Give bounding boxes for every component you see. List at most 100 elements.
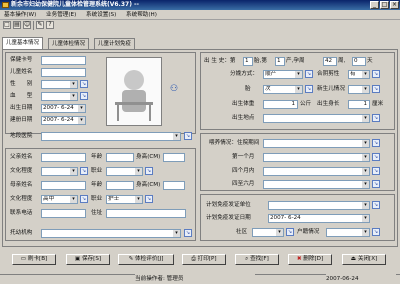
father-name-label: 父亲姓名 [10, 154, 33, 160]
fetus-number-input[interactable]: 1 [243, 57, 253, 66]
community-select[interactable] [252, 228, 284, 237]
weeks-input[interactable]: 42 [323, 57, 337, 66]
parity-number-input[interactable]: 1 [275, 57, 285, 66]
fetal-select[interactable]: 次 [263, 85, 303, 94]
deformity-picker-icon[interactable]: ↘ [372, 70, 380, 78]
title-bar: 新余市妇幼保健院儿童体检管理系统(V6.37) -- [0, 0, 400, 10]
feeding-hospital-picker-icon[interactable]: ↘ [372, 139, 380, 147]
birth-place-select[interactable] [263, 114, 370, 123]
mother-job-label: 职业 [91, 196, 103, 202]
tab-child-exam[interactable]: 儿童体检情况 [48, 38, 90, 49]
deformity-select[interactable]: 有 [348, 70, 370, 79]
delete-button[interactable]: ✖ 删除[D] [288, 254, 332, 265]
days-label: 天 [367, 58, 373, 64]
photo-capture-icon[interactable]: ⚇ [170, 84, 180, 94]
close-button[interactable]: ⏏ 关闭[X] [342, 254, 386, 265]
area-picker-icon[interactable]: ↘ [184, 132, 192, 140]
fetal-picker-icon[interactable]: ↘ [305, 85, 313, 93]
father-age-input[interactable] [106, 153, 134, 162]
mother-age-input[interactable] [106, 181, 134, 190]
user-icon[interactable]: ☺ [23, 21, 31, 29]
save-button[interactable]: ▣ 保存[S] [66, 254, 110, 265]
household-label: 户籍情况 [297, 229, 320, 235]
four-month-select[interactable] [263, 167, 370, 176]
build-date-field[interactable]: 2007- 6-24 [41, 116, 86, 125]
father-name-input[interactable] [41, 153, 86, 162]
weeks-label: 周, [338, 58, 346, 64]
birth-place-picker-icon[interactable]: ↘ [372, 114, 380, 122]
birth-date-field[interactable]: 2007- 6-24 [41, 104, 86, 113]
mother-edu-label: 文化程度 [10, 196, 33, 202]
mother-height-input[interactable] [163, 181, 185, 190]
phone-label: 联系电话 [10, 210, 33, 216]
blood-picker-icon[interactable]: ↘ [80, 92, 88, 100]
father-job-label: 职业 [91, 168, 103, 174]
mother-job-select[interactable]: 护士 [106, 195, 143, 204]
print-button[interactable]: ⎙ 打印[P] [182, 254, 226, 265]
nursery-picker-icon[interactable]: ↘ [184, 229, 192, 237]
menu-help[interactable]: 系统帮助(H) [124, 10, 159, 20]
child-name-label: 儿童姓名 [10, 69, 33, 75]
gender-select[interactable] [41, 80, 78, 89]
mother-name-label: 母亲姓名 [10, 182, 33, 188]
first-month-select[interactable] [263, 153, 370, 162]
build-date-label: 建册日期 [10, 117, 33, 123]
address-input[interactable] [106, 209, 186, 218]
mother-name-input[interactable] [41, 181, 86, 190]
tools-icon[interactable]: ✎ [36, 21, 44, 29]
blood-select[interactable] [41, 92, 78, 101]
vacc-unit-select[interactable] [268, 201, 370, 210]
father-job-select[interactable] [106, 167, 143, 176]
six-month-picker-icon[interactable]: ↘ [372, 180, 380, 188]
close-window-button[interactable]: × [390, 1, 399, 9]
health-card-input[interactable] [41, 56, 86, 65]
phone-input[interactable] [41, 209, 86, 218]
delivery-select[interactable]: 顺产 [263, 70, 303, 79]
delivery-label: 分娩方式： [230, 71, 258, 77]
new-icon[interactable]: □ [3, 21, 11, 29]
card-swipe-button[interactable]: ▭ 刷卡[B] [12, 254, 56, 265]
four-month-picker-icon[interactable]: ↘ [372, 167, 380, 175]
birth-length-input[interactable]: 1 [348, 100, 370, 109]
vacc-unit-picker-icon[interactable]: ↘ [372, 201, 380, 209]
gender-picker-icon[interactable]: ↘ [80, 80, 88, 88]
newborn-select[interactable] [348, 85, 370, 94]
household-picker-icon[interactable]: ↘ [372, 228, 380, 236]
exam-evaluate-button[interactable]: ✎ 体检评价[J] [118, 254, 174, 265]
find-button[interactable]: ⌕ 查找[F] [235, 254, 279, 265]
tab-child-basic[interactable]: 儿童基本情况 [2, 37, 44, 49]
gestation-label: 产,孕周 [286, 58, 305, 64]
delivery-picker-icon[interactable]: ↘ [305, 70, 313, 78]
child-name-input[interactable] [41, 68, 86, 77]
menu-settings[interactable]: 系统设置(S) [84, 10, 118, 20]
tab-child-vaccine[interactable]: 儿童计划免疫 [94, 38, 136, 49]
newborn-picker-icon[interactable]: ↘ [372, 85, 380, 93]
vacc-date-field[interactable]: 2007- 6-24 [268, 214, 370, 223]
first-month-picker-icon[interactable]: ↘ [372, 153, 380, 161]
father-height-input[interactable] [163, 153, 185, 162]
days-input[interactable]: 0 [352, 57, 366, 66]
open-icon[interactable]: ▤ [13, 21, 21, 29]
help-icon[interactable]: ? [46, 21, 54, 29]
father-job-picker-icon[interactable]: ↘ [145, 167, 153, 175]
mother-edu-select[interactable]: 高中 [41, 195, 78, 204]
maximize-button[interactable]: □ [380, 1, 389, 9]
mother-edu-picker-icon[interactable]: ↘ [80, 195, 88, 203]
father-edu-label: 文化程度 [10, 168, 33, 174]
area-hospital-select[interactable] [41, 132, 181, 141]
mother-job-picker-icon[interactable]: ↘ [145, 195, 153, 203]
nursery-select[interactable] [41, 229, 181, 238]
birth-weight-input[interactable]: 1 [263, 100, 298, 109]
window-title: 新余市妇幼保健院儿童体检管理系统(V6.37) -- [11, 1, 140, 8]
father-edu-select[interactable] [41, 167, 78, 176]
menu-basic[interactable]: 基本操作(W) [2, 10, 38, 20]
household-select[interactable] [326, 228, 370, 237]
mother-height-label: 身高(CM) [136, 182, 161, 188]
child-photo[interactable] [106, 57, 162, 126]
six-month-select[interactable] [263, 180, 370, 189]
feeding-hospital-select[interactable] [263, 139, 370, 148]
menu-business[interactable]: 业务管理(E) [44, 10, 78, 20]
community-picker-icon[interactable]: ↘ [286, 228, 294, 236]
minimize-button[interactable]: _ [370, 1, 379, 9]
father-edu-picker-icon[interactable]: ↘ [80, 167, 88, 175]
